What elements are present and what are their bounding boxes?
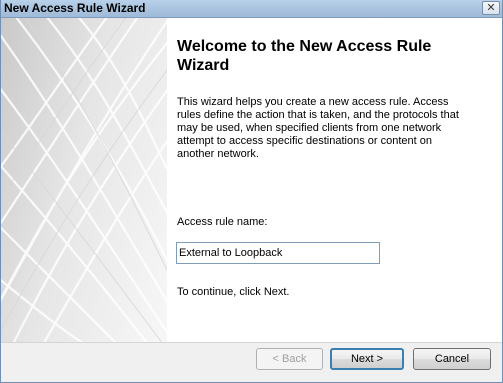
- close-icon: ✕: [486, 2, 496, 14]
- back-button[interactable]: < Back: [256, 348, 323, 370]
- rule-name-input[interactable]: [176, 242, 380, 264]
- title-bar: New Access Rule Wizard ✕: [1, 0, 502, 18]
- button-bar: < Back Next > Cancel: [1, 342, 502, 382]
- wizard-description: This wizard helps you create a new acces…: [177, 96, 459, 160]
- rule-name-label: Access rule name:: [177, 216, 268, 228]
- cancel-button[interactable]: Cancel: [413, 348, 491, 370]
- window-title: New Access Rule Wizard: [4, 1, 146, 15]
- page-title: Welcome to the New Access Rule Wizard: [177, 38, 432, 74]
- banner-graphic: [1, 18, 167, 342]
- wizard-window: New Access Rule Wizard ✕ Welcome to the …: [0, 0, 503, 383]
- continue-instruction: To continue, click Next.: [177, 286, 290, 298]
- next-button[interactable]: Next >: [330, 348, 404, 370]
- wizard-content: Welcome to the New Access Rule Wizard Th…: [167, 18, 502, 342]
- close-button[interactable]: ✕: [482, 1, 500, 15]
- wizard-banner-art: [1, 18, 167, 342]
